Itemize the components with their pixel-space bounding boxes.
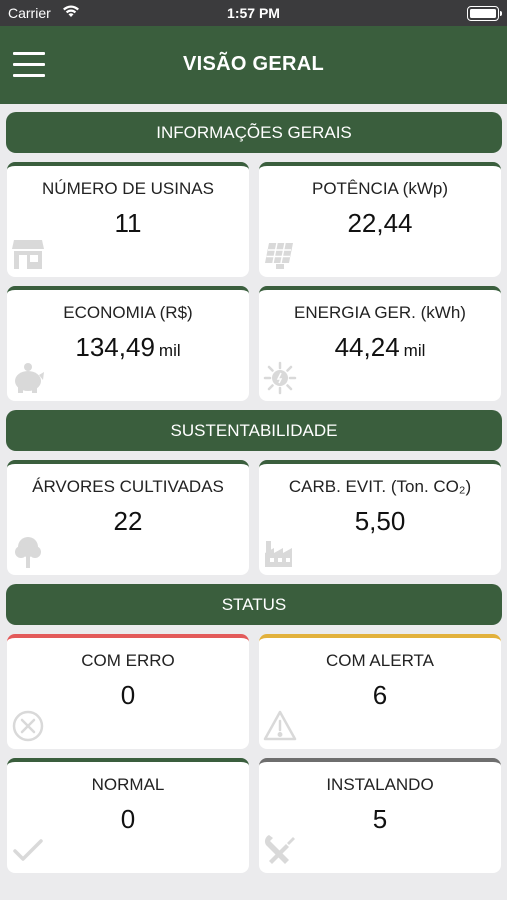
card-value: 44,24 mil — [334, 332, 426, 362]
clock: 1:57 PM — [227, 5, 280, 21]
card-trees-planted[interactable]: ÁRVORES CULTIVADAS 22 — [7, 460, 249, 575]
card-label: ÁRVORES CULTIVADAS — [32, 477, 224, 496]
card-value: 5,50 — [354, 506, 406, 536]
card-power[interactable]: POTÊNCIA (kWp) 22,44 — [259, 162, 501, 277]
card-label: ECONOMIA (R$) — [63, 303, 193, 322]
tools-icon — [263, 833, 297, 867]
card-energy-generated[interactable]: ENERGIA GER. (kWh) 44,24 mil — [259, 286, 501, 401]
nav-bar: VISÃO GERAL — [0, 26, 507, 104]
card-label: NÚMERO DE USINAS — [42, 179, 214, 198]
card-value: 11 — [114, 208, 142, 238]
card-value: 22,44 — [347, 208, 413, 238]
warning-icon — [263, 709, 297, 743]
tree-icon — [11, 535, 45, 569]
card-label: POTÊNCIA (kWp) — [311, 179, 448, 198]
status-bar: Carrier 1:57 PM — [0, 0, 507, 26]
card-number-of-plants[interactable]: NÚMERO DE USINAS 11 — [7, 162, 249, 277]
section-header-status: STATUS — [6, 584, 502, 625]
section-header-general: INFORMAÇÕES GERAIS — [6, 112, 502, 153]
battery-icon — [467, 6, 502, 21]
card-carbon-avoided[interactable]: CARB. EVIT. (Ton. CO₂) 5,50 — [259, 460, 501, 575]
card-value: 0 — [120, 680, 136, 710]
factory-icon — [263, 535, 297, 569]
card-value: 22 — [113, 506, 143, 536]
card-value: 0 — [120, 804, 136, 834]
card-label: CARB. EVIT. (Ton. CO₂) — [288, 477, 472, 496]
card-label: COM ERRO — [81, 651, 175, 670]
page-title: VISÃO GERAL — [182, 53, 325, 75]
section-header-sustainability: SUSTENTABILIDADE — [6, 410, 502, 451]
card-savings[interactable]: ECONOMIA (R$) 134,49 mil — [7, 286, 249, 401]
card-label: COM ALERTA — [325, 651, 434, 670]
card-label: INSTALANDO — [326, 775, 434, 794]
checkmark-icon — [11, 833, 45, 867]
store-icon — [11, 237, 45, 271]
solar-panel-icon — [263, 237, 297, 271]
card-label: NORMAL — [91, 775, 165, 794]
card-installing[interactable]: INSTALANDO 5 — [259, 758, 501, 873]
piggy-bank-icon — [11, 361, 45, 395]
card-value: 134,49 mil — [75, 332, 181, 362]
card-label: ENERGIA GER. (kWh) — [294, 303, 466, 322]
card-value: 6 — [372, 680, 388, 710]
sun-energy-icon — [263, 361, 297, 395]
card-normal[interactable]: NORMAL 0 — [7, 758, 249, 873]
error-circle-icon — [11, 709, 45, 743]
card-with-alert[interactable]: COM ALERTA 6 — [259, 634, 501, 749]
card-value: 5 — [372, 804, 388, 834]
card-with-error[interactable]: COM ERRO 0 — [7, 634, 249, 749]
